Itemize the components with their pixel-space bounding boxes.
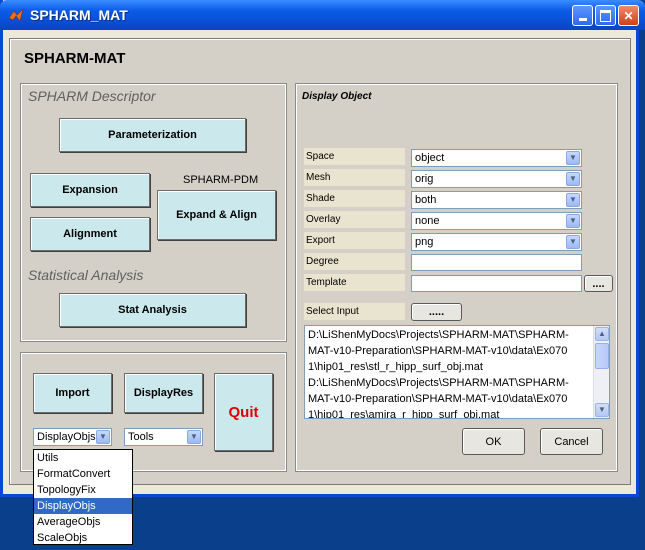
- dropdown-option-displayobjs[interactable]: DisplayObjs: [34, 498, 132, 514]
- space-select[interactable]: object ▼: [411, 149, 582, 167]
- overlay-value: none: [415, 215, 440, 227]
- tools-select[interactable]: Tools ▼: [124, 428, 203, 446]
- export-value: png: [415, 236, 434, 248]
- template-input[interactable]: [411, 275, 582, 292]
- export-select[interactable]: png ▼: [411, 233, 582, 251]
- select-input-browse-button[interactable]: .....: [411, 303, 462, 321]
- list-item[interactable]: 1\hip01_res\stl_r_hipp_surf_obj.mat: [308, 359, 593, 375]
- maximize-button[interactable]: [595, 5, 616, 26]
- input-file-list[interactable]: D:\LiShenMyDocs\Projects\SPHARM-MAT\SPHA…: [304, 325, 610, 419]
- mesh-value: orig: [415, 173, 434, 185]
- expand-align-button[interactable]: Expand & Align: [157, 190, 276, 240]
- matlab-icon: [8, 7, 24, 23]
- export-label: Export: [304, 232, 405, 249]
- close-icon: ✕: [623, 8, 634, 23]
- space-value: object: [415, 152, 445, 164]
- overlay-label: Overlay: [304, 211, 405, 228]
- close-button[interactable]: ✕: [618, 5, 639, 26]
- dropdown-option-topologyfix[interactable]: TopologyFix: [34, 482, 132, 498]
- shade-label: Shade: [304, 190, 405, 207]
- cancel-button[interactable]: Cancel: [540, 428, 603, 455]
- stat-section-label: Statistical Analysis: [28, 267, 144, 283]
- shade-select[interactable]: both ▼: [411, 191, 582, 209]
- scroll-thumb[interactable]: [595, 343, 609, 369]
- app-title: SPHARM-MAT: [24, 50, 126, 67]
- list-item[interactable]: MAT-v10-Preparation\SPHARM-MAT-v10\data\…: [308, 343, 593, 359]
- dropdown-option-formatconvert[interactable]: FormatConvert: [34, 466, 132, 482]
- chevron-down-icon[interactable]: ▼: [566, 151, 580, 165]
- list-item[interactable]: D:\LiShenMyDocs\Projects\SPHARM-MAT\SPHA…: [308, 375, 593, 391]
- module-select-value: DisplayObjs: [37, 431, 96, 443]
- displayres-button[interactable]: DisplayRes: [124, 373, 203, 413]
- chevron-down-icon[interactable]: ▼: [566, 214, 580, 228]
- minimize-icon: [578, 18, 587, 21]
- chevron-down-icon[interactable]: ▼: [566, 235, 580, 249]
- quit-button[interactable]: Quit: [214, 373, 273, 451]
- list-item[interactable]: D:\LiShenMyDocs\Projects\SPHARM-MAT\SPHA…: [308, 327, 593, 343]
- degree-input[interactable]: [411, 254, 582, 271]
- window-title: SPHARM_MAT: [30, 7, 128, 23]
- scroll-up-button[interactable]: ▲: [595, 327, 609, 341]
- chevron-down-icon[interactable]: ▼: [566, 193, 580, 207]
- template-label: Template: [304, 274, 405, 291]
- shade-value: both: [415, 194, 437, 206]
- spharm-pdm-label: SPHARM-PDM: [183, 174, 259, 186]
- overlay-select[interactable]: none ▼: [411, 212, 582, 230]
- list-item[interactable]: 1\hip01_res\amira_r_hipp_surf_obj.mat: [308, 407, 593, 418]
- chevron-down-icon[interactable]: ▼: [187, 430, 201, 444]
- descriptor-section-label: SPHARM Descriptor: [28, 88, 156, 104]
- list-scrollbar[interactable]: ▲ ▼: [593, 326, 609, 418]
- list-item[interactable]: MAT-v10-Preparation\SPHARM-MAT-v10\data\…: [308, 391, 593, 407]
- expansion-button[interactable]: Expansion: [30, 173, 150, 207]
- dropdown-option-scaleobjs[interactable]: ScaleObjs: [34, 530, 132, 546]
- scroll-down-button[interactable]: ▼: [595, 403, 609, 417]
- display-object-heading: Display Object: [302, 91, 372, 102]
- parameterization-button[interactable]: Parameterization: [59, 118, 246, 152]
- template-browse-button[interactable]: ....: [584, 275, 613, 292]
- module-select[interactable]: DisplayObjs ▼: [33, 428, 112, 446]
- module-dropdown-list[interactable]: Utils FormatConvert TopologyFix DisplayO…: [33, 449, 133, 545]
- tools-select-value: Tools: [128, 431, 154, 443]
- select-input-label: Select Input: [304, 303, 405, 320]
- space-label: Space: [304, 148, 405, 165]
- title-bar[interactable]: SPHARM_MAT ✕: [0, 0, 645, 30]
- stat-analysis-button[interactable]: Stat Analysis: [59, 293, 246, 327]
- chevron-down-icon: ▼: [598, 405, 606, 414]
- ok-button[interactable]: OK: [462, 428, 525, 455]
- chevron-down-icon[interactable]: ▼: [566, 172, 580, 186]
- degree-label: Degree: [304, 253, 405, 270]
- alignment-button[interactable]: Alignment: [30, 217, 150, 251]
- maximize-icon: [600, 9, 611, 22]
- minimize-button[interactable]: [572, 5, 593, 26]
- chevron-up-icon: ▲: [598, 329, 606, 338]
- dropdown-option-averageobjs[interactable]: AverageObjs: [34, 514, 132, 530]
- dropdown-option-utils[interactable]: Utils: [34, 450, 132, 466]
- mesh-label: Mesh: [304, 169, 405, 186]
- import-button[interactable]: Import: [33, 373, 112, 413]
- chevron-down-icon[interactable]: ▼: [96, 430, 110, 444]
- mesh-select[interactable]: orig ▼: [411, 170, 582, 188]
